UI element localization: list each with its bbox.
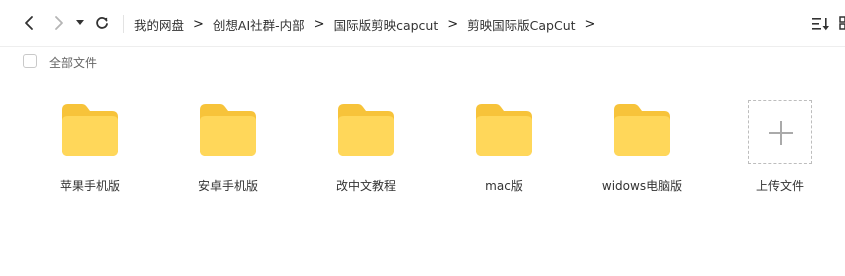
toolbar: 我的网盘 > 创想AI社群-内部 > 国际版剪映capcut > 剪映国际版Ca… — [0, 0, 845, 46]
caret-down-icon — [76, 20, 84, 25]
breadcrumb-item-current[interactable]: 剪映国际版CapCut — [467, 15, 575, 34]
breadcrumb-item-community[interactable]: 创想AI社群-内部 — [213, 15, 305, 34]
folder-name: 改中文教程 — [335, 179, 396, 193]
back-button[interactable] — [19, 13, 39, 33]
plus-icon — [769, 121, 793, 145]
chevron-left-icon — [25, 16, 33, 30]
refresh-button[interactable] — [92, 13, 112, 33]
breadcrumb-separator: > — [313, 16, 325, 32]
upload-item[interactable]: 上传文件 — [720, 75, 840, 205]
history-dropdown-button[interactable] — [73, 13, 87, 33]
breadcrumb-separator: > — [193, 16, 204, 32]
upload-label: 上传文件 — [755, 179, 804, 193]
file-grid: 苹果手机版 安卓手机版 改中文教程 mac版 widows电脑版 上传文件 — [0, 75, 845, 276]
view-toggle-button[interactable] — [838, 15, 845, 33]
folder-item[interactable]: widows电脑版 — [582, 75, 702, 205]
upload-dropzone[interactable] — [748, 100, 812, 164]
folder-icon — [200, 104, 256, 156]
sort-list-icon — [812, 18, 829, 31]
folder-name: 苹果手机版 — [59, 179, 120, 193]
refresh-icon — [96, 17, 108, 29]
sort-button[interactable] — [811, 15, 831, 33]
folder-icon — [62, 104, 118, 156]
folder-name: 安卓手机版 — [197, 179, 258, 193]
breadcrumb: 我的网盘 > 创想AI社群-内部 > 国际版剪映capcut > 剪映国际版Ca… — [134, 15, 604, 33]
folder-icon — [476, 104, 532, 156]
breadcrumb-separator: > — [447, 16, 459, 32]
forward-button[interactable] — [49, 13, 69, 33]
select-all-bar: 全部文件 — [0, 46, 845, 75]
select-all-label: 全部文件 — [49, 56, 98, 70]
grid-view-icon — [839, 16, 845, 30]
breadcrumb-separator: > — [584, 16, 596, 32]
folder-item[interactable]: 苹果手机版 — [30, 75, 150, 205]
folder-name: mac版 — [485, 179, 523, 193]
folder-icon — [338, 104, 394, 156]
folder-item[interactable]: 安卓手机版 — [168, 75, 288, 205]
breadcrumb-item-my-drive[interactable]: 我的网盘 — [134, 15, 184, 34]
folder-name: widows电脑版 — [601, 179, 683, 193]
folder-item[interactable]: mac版 — [444, 75, 564, 205]
folder-item[interactable]: 改中文教程 — [306, 75, 426, 205]
chevron-right-icon — [55, 16, 63, 30]
toolbar-divider — [123, 15, 124, 33]
folder-icon — [614, 104, 670, 156]
select-all-checkbox[interactable] — [23, 54, 37, 68]
breadcrumb-item-capcut-intl[interactable]: 国际版剪映capcut — [334, 15, 439, 34]
